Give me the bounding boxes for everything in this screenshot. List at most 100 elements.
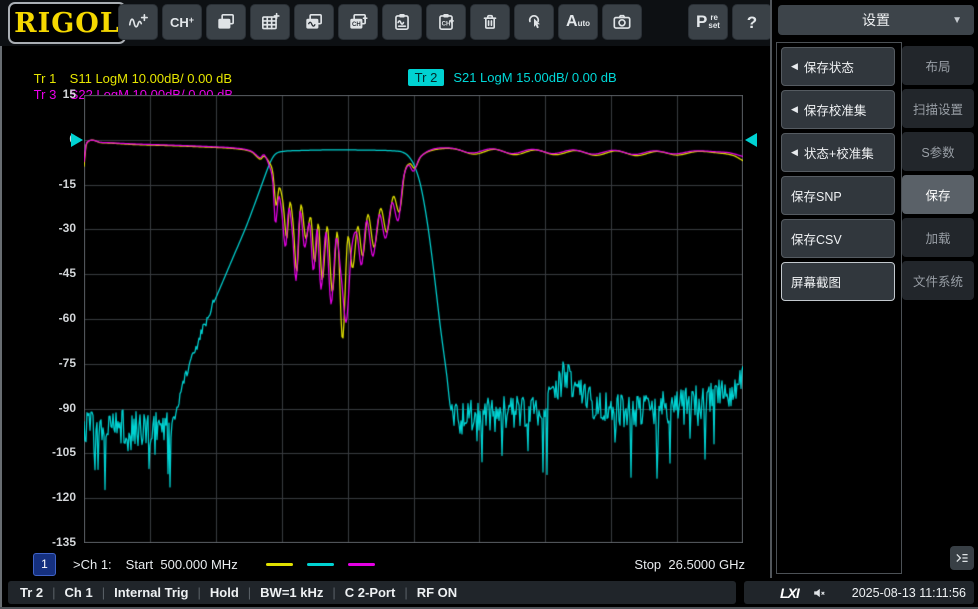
menu-tab[interactable]: 扫描设置	[902, 89, 974, 128]
trace-color-swatch	[306, 562, 334, 566]
menu-tab[interactable]: S参数	[902, 132, 974, 171]
ref-level-marker-right	[745, 133, 757, 147]
submenu-panel: ◀ 保存状态 ◀ 保存校准集 ◀ 状态+校准集 保存SNP 保存CSV 屏幕截图	[776, 42, 902, 574]
submenu-item-label: 保存状态	[803, 61, 854, 75]
trace-label-tr2[interactable]: Tr 2 S21 LogM 15.00dB/ 0.00 dB	[386, 55, 617, 100]
y-axis-tick-label: -30	[58, 221, 76, 236]
touch-lock-button[interactable]	[514, 4, 554, 40]
trace2-format: S21 LogM 15.00dB/ 0.00 dB	[453, 70, 617, 85]
screenshot-button[interactable]	[602, 4, 642, 40]
preset-icon: Pre set	[696, 12, 720, 31]
recall-trace-button[interactable]	[382, 4, 422, 40]
ref-level-marker-left	[71, 133, 83, 147]
stop-label: Stop	[634, 556, 662, 572]
submenu-item[interactable]: 保存SNP	[781, 176, 895, 215]
status-separator: |	[247, 585, 252, 600]
screen-left-edge	[0, 46, 2, 607]
recall-channel-button[interactable]: CH	[426, 4, 466, 40]
clip-trace-icon	[391, 11, 413, 33]
start-frequency[interactable]: Start 500.000 MHz	[126, 557, 238, 572]
status-item[interactable]: C 2-Port	[345, 585, 396, 600]
trace-swatches	[265, 562, 375, 566]
channel-table-button[interactable]	[250, 4, 290, 40]
status-bar: Tr 2 | Ch 1 | Internal Trig | Hold | BW=1 kHz | C …	[0, 578, 978, 607]
auto-icon: Auto	[566, 13, 590, 30]
camera-icon	[611, 11, 633, 33]
window-stack-icon	[215, 11, 237, 33]
help-icon: ?	[746, 12, 758, 32]
status-item[interactable]: BW=1 kHz	[260, 585, 323, 600]
vna-screen: RIGOL CH+ CH CH Auto Pre set? Tr 1 S11 LogM 10…	[0, 0, 978, 609]
y-axis-tick-label: -15	[58, 176, 76, 191]
submenu-item-label: 保存校准集	[803, 104, 867, 118]
submenu-item[interactable]: ◀ 状态+校准集	[781, 133, 895, 172]
submenu-item[interactable]: ◀ 保存状态	[781, 47, 895, 86]
collapse-menu-button[interactable]	[950, 546, 974, 570]
table-add-icon	[259, 11, 281, 33]
y-axis-tick-label: -75	[58, 355, 76, 370]
stop-value: 26.5000 GHz	[668, 556, 745, 572]
plot-canvas[interactable]	[84, 95, 743, 543]
y-axis-tick-label: 0	[69, 131, 76, 146]
status-separator: |	[332, 585, 336, 600]
submenu-item[interactable]: 保存CSV	[781, 219, 895, 258]
status-item[interactable]: Internal Trig	[114, 585, 188, 600]
submenu-item-label: 保存CSV	[791, 233, 842, 247]
status-left: Tr 2 | Ch 1 | Internal Trig | Hold | BW=1 kHz | C …	[8, 581, 736, 604]
menu-header-button[interactable]: 设置 ▼	[778, 5, 974, 35]
auto-scale-button[interactable]: Auto	[558, 4, 598, 40]
status-item[interactable]: RF ON	[417, 585, 457, 600]
submenu-item-label: 保存SNP	[791, 190, 842, 204]
y-axis-tick-label: -120	[51, 490, 76, 505]
channel-prefix: >Ch 1:	[73, 556, 112, 572]
submenu-item[interactable]: 屏幕截图	[781, 262, 895, 301]
menu-tab[interactable]: 加载	[902, 218, 974, 257]
brand-logo: RIGOL	[8, 2, 126, 44]
toolbar-buttons: CH+ CH CH Auto Pre set?	[118, 4, 772, 40]
collapse-menu-icon	[956, 553, 968, 563]
sidebar: 设置 ▼ ◀ 保存状态 ◀ 保存校准集 ◀ 状态+校准集 保存SNP 保存CSV 屏幕截图 布局…	[770, 0, 978, 578]
stop-frequency[interactable]: Stop 26.5000 GHz	[634, 557, 745, 572]
submenu-item-label: 屏幕截图	[791, 276, 842, 290]
help-button[interactable]: ?	[732, 4, 772, 40]
menu-tab[interactable]: 文件系统	[902, 261, 974, 300]
channel-badge[interactable]: 1	[33, 552, 56, 576]
sweep-info-bar: 1 >Ch 1: Start 500.000 MHz Stop 26.5000 …	[0, 552, 770, 576]
status-item[interactable]: Tr 2	[20, 585, 43, 600]
status-item[interactable]: Hold	[210, 585, 239, 600]
status-separator: |	[404, 585, 408, 600]
trace-color-swatch	[265, 562, 293, 566]
trace-add-button[interactable]	[118, 4, 158, 40]
trace-color-swatch	[347, 562, 375, 566]
active-trace-badge[interactable]: Tr 2	[407, 69, 445, 86]
channel-window-button[interactable]: CH	[338, 4, 378, 40]
y-axis-tick-label: -105	[51, 445, 76, 460]
channel-add-button[interactable]: CH+	[162, 4, 202, 40]
delete-button[interactable]	[470, 4, 510, 40]
clip-ch-icon: CH	[435, 11, 457, 33]
datetime: 2025-08-13 11:11:56	[851, 585, 966, 600]
chevron-down-icon: ▼	[952, 14, 962, 26]
svg-text:CH: CH	[442, 22, 451, 28]
window-trace-icon	[303, 11, 325, 33]
display-area: Tr 1S11 LogM 10.00dB/ 0.00 dB Tr 3S22 Lo…	[0, 46, 770, 578]
status-separator: |	[197, 585, 201, 600]
mute-icon[interactable]	[811, 585, 827, 601]
trace-window-button[interactable]	[294, 4, 334, 40]
start-value: 500.000 MHz	[160, 556, 238, 572]
preset-button[interactable]: Pre set	[688, 4, 728, 40]
submenu-item[interactable]: ◀ 保存校准集	[781, 90, 895, 129]
toolbar: RIGOL CH+ CH CH Auto Pre set?	[0, 0, 772, 46]
menu-tab[interactable]: 布局	[902, 46, 974, 85]
y-axis-tick-label: -60	[58, 311, 76, 325]
menu-header-label: 设置	[862, 12, 890, 28]
menu-tab[interactable]: 保存	[902, 175, 974, 214]
submenu-arrow-icon: ◀	[791, 147, 798, 157]
status-item[interactable]: Ch 1	[65, 585, 93, 600]
window-ch-icon: CH	[347, 11, 369, 33]
trace-add-icon	[127, 11, 149, 33]
submenu-arrow-icon: ◀	[791, 61, 798, 71]
window-layout-button[interactable]	[206, 4, 246, 40]
ch-add-icon: CH+	[169, 14, 195, 30]
